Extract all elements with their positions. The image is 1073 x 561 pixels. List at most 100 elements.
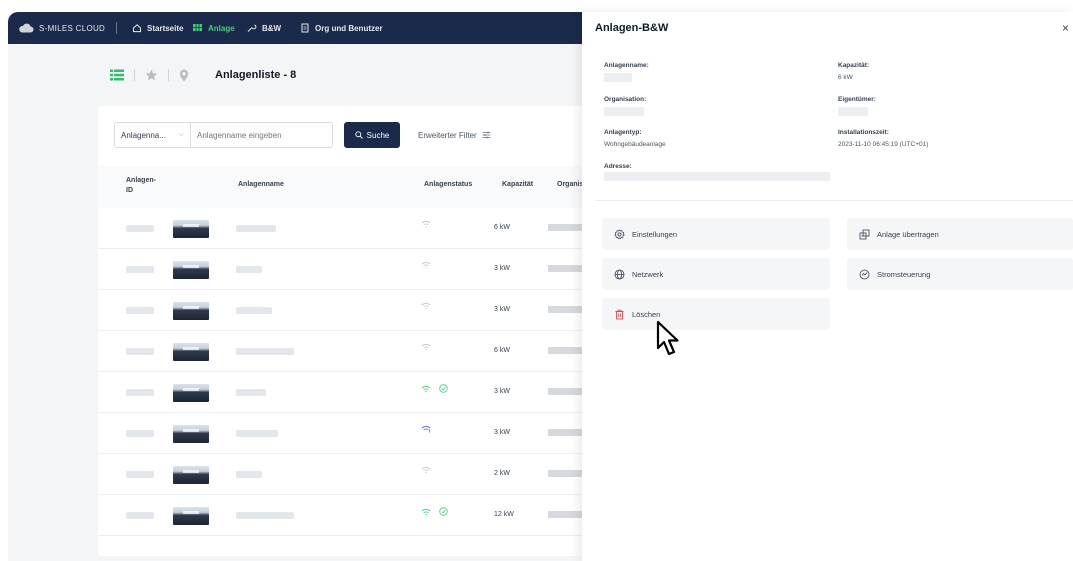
plant-thumbnail xyxy=(173,507,209,525)
table-row[interactable]: 2 kW xyxy=(98,454,588,495)
table-row[interactable]: 12 kW xyxy=(98,495,588,536)
status-indicator xyxy=(421,261,431,269)
field-label-install-time: Installationszeit: xyxy=(838,129,889,136)
table-row[interactable]: 6 kW xyxy=(98,331,588,372)
power-gauge-icon xyxy=(859,269,870,279)
dropdown-value: Anlagenna... xyxy=(121,130,166,140)
plant-thumbnail xyxy=(173,384,209,402)
capacity-value: 6 kW xyxy=(494,347,510,354)
delete-button[interactable]: Löschen xyxy=(602,298,830,330)
wifi-warning-icon xyxy=(421,426,431,433)
nav-item-anlage[interactable]: Anlage xyxy=(192,12,235,44)
mouse-pointer-icon xyxy=(656,320,679,356)
nav-item-org-benutzer[interactable]: Org und Benutzer xyxy=(300,12,383,44)
brand-logo[interactable]: S-MILES CLOUD xyxy=(18,12,105,44)
plant-name-redacted xyxy=(236,430,278,437)
nav-item-bw[interactable]: B&W xyxy=(246,12,281,44)
table-row[interactable]: 3 kW xyxy=(98,372,588,413)
plant-thumbnail xyxy=(173,220,209,238)
view-switcher xyxy=(98,69,189,82)
chevron-down-icon: ⌵ xyxy=(178,131,184,138)
plant-name-redacted xyxy=(236,389,266,396)
wifi-online-icon xyxy=(421,508,431,515)
status-indicator xyxy=(421,302,431,310)
nav-label-org-benutzer: Org und Benutzer xyxy=(315,23,383,33)
power-control-button[interactable]: Stromsteuerung xyxy=(847,258,1073,290)
wifi-offline-icon xyxy=(421,303,431,309)
table-row[interactable]: 3 kW xyxy=(98,290,588,331)
column-header-capacity[interactable]: Kapazität xyxy=(502,180,533,190)
drawer-title: Anlagen-B&W xyxy=(595,22,669,34)
table-header: Anlagen- ID Anlagenname Anlagenstatus Ka… xyxy=(98,166,588,208)
plant-name-redacted xyxy=(236,512,294,519)
section-divider xyxy=(595,200,1073,201)
column-header-status[interactable]: Anlagenstatus xyxy=(424,180,472,190)
gear-icon xyxy=(614,228,625,239)
table-row[interactable]: 3 kW xyxy=(98,249,588,290)
cloud-icon xyxy=(19,23,34,33)
star-icon[interactable] xyxy=(145,69,158,81)
search-field-dropdown[interactable]: Anlagenna... ⌵ xyxy=(114,122,191,148)
status-indicator xyxy=(421,507,448,516)
plant-id-redacted xyxy=(126,512,154,519)
status-indicator xyxy=(421,466,431,474)
wifi-online-icon xyxy=(421,385,431,392)
field-label-capacity: Kapazität: xyxy=(838,62,870,69)
plant-thumbnail xyxy=(173,466,209,484)
capacity-value: 3 kW xyxy=(494,306,510,313)
capacity-value: 3 kW xyxy=(494,429,510,436)
globe-icon xyxy=(614,269,625,279)
column-header-id[interactable]: Anlagen- ID xyxy=(126,176,156,196)
network-label: Netzwerk xyxy=(632,269,664,279)
search-input[interactable] xyxy=(190,122,333,148)
trash-icon xyxy=(615,309,624,319)
status-indicator xyxy=(421,384,448,393)
settings-button[interactable]: Einstellungen xyxy=(602,218,830,250)
transfer-plant-button[interactable]: Anlage übertragen xyxy=(847,218,1073,250)
plant-name-redacted xyxy=(236,307,272,314)
map-pin-icon[interactable] xyxy=(179,69,189,82)
field-value-install-time: 2023-11-10 06:45:19 (UTC+01) xyxy=(838,141,929,148)
view-divider xyxy=(134,69,135,81)
plant-id-redacted xyxy=(126,307,154,314)
close-icon[interactable]: × xyxy=(1062,21,1069,35)
nav-label-bw: B&W xyxy=(262,23,282,33)
plant-id-redacted xyxy=(126,471,154,478)
wifi-offline-icon xyxy=(421,344,431,350)
view-divider xyxy=(168,69,169,81)
field-label-plant-name: Anlagenname: xyxy=(604,62,649,69)
plant-thumbnail xyxy=(173,425,209,443)
field-label-plant-type: Anlagentyp: xyxy=(604,129,642,136)
power-control-label: Stromsteuerung xyxy=(877,269,931,279)
table-row[interactable]: 6 kW xyxy=(98,208,588,249)
status-indicator xyxy=(421,220,431,228)
wifi-offline-icon xyxy=(421,221,431,227)
advanced-filter-button[interactable]: Erweiterter Filter xyxy=(408,122,504,148)
capacity-value: 2 kW xyxy=(494,470,510,477)
search-button[interactable]: Suche xyxy=(344,122,400,148)
field-value-plant-type: Wohngebäudeanlage xyxy=(604,141,666,148)
capacity-value: 12 kW xyxy=(494,511,514,518)
nav-label-startseite: Startseite xyxy=(147,23,184,33)
search-button-label: Suche xyxy=(366,130,390,140)
status-indicator xyxy=(421,425,432,433)
plant-name-redacted xyxy=(604,73,632,82)
table-row[interactable]: 3 kW xyxy=(98,413,588,454)
nav-item-startseite[interactable]: Startseite xyxy=(132,12,183,44)
home-icon xyxy=(133,24,141,33)
check-circle-icon xyxy=(439,507,448,516)
transfer-icon xyxy=(859,229,870,239)
capacity-value: 3 kW xyxy=(494,265,510,272)
nav-divider xyxy=(116,22,117,34)
field-label-address: Adresse: xyxy=(604,163,632,170)
capacity-value: 6 kW xyxy=(494,224,510,231)
plant-id-redacted xyxy=(126,266,154,273)
wifi-offline-icon xyxy=(421,262,431,268)
column-header-name[interactable]: Anlagenname xyxy=(238,180,284,190)
plant-thumbnail xyxy=(173,261,209,279)
network-button[interactable]: Netzwerk xyxy=(602,258,830,290)
plant-name-redacted xyxy=(236,225,276,232)
capacity-value: 3 kW xyxy=(494,388,510,395)
filter-sliders-icon xyxy=(482,131,491,139)
list-view-icon[interactable] xyxy=(110,69,124,81)
